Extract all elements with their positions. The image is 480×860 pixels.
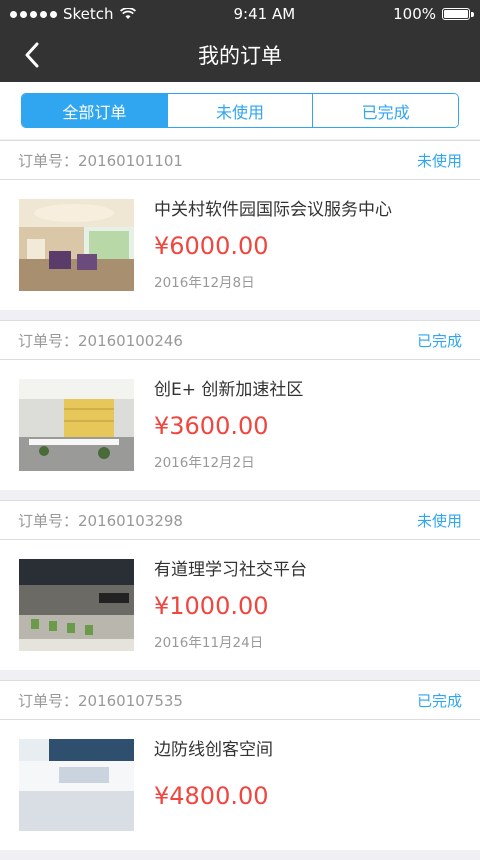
venue-title: 创E+ 创新加速社区	[154, 380, 304, 400]
order-price: ¥3600.00	[154, 411, 269, 440]
battery-icon	[442, 8, 474, 20]
order-date: 2016年11月24日	[154, 635, 264, 651]
tab-unused[interactable]: 未使用	[166, 94, 313, 127]
venue-thumbnail	[19, 559, 134, 651]
status-bar: Sketch 9:41 AM 100%	[0, 0, 480, 28]
order-date: 2016年12月8日	[154, 275, 255, 291]
tab-all-orders[interactable]: 全部订单	[22, 94, 167, 127]
chevron-left-icon	[25, 42, 39, 68]
tab-bar: 全部订单 未使用 已完成	[0, 82, 480, 139]
venue-title: 边防线创客空间	[154, 740, 273, 760]
order-date: 2016年12月2日	[154, 455, 255, 471]
order-card[interactable]: 订单号：20160107535 已完成 边防线创客空间 ¥4800.00	[0, 680, 480, 850]
venue-title: 中关村软件园国际会议服务中心	[154, 200, 392, 220]
order-card[interactable]: 订单号：20160103298 未使用 有道理学习社交平台 ¥1000.00 2…	[0, 500, 480, 670]
tab-completed[interactable]: 已完成	[312, 94, 458, 127]
clock: 9:41 AM	[233, 5, 296, 23]
page-title: 我的订单	[198, 44, 282, 68]
order-status: 已完成	[416, 331, 462, 350]
order-status: 未使用	[416, 151, 462, 170]
order-price: ¥6000.00	[154, 231, 269, 260]
order-number: 订单号：20160101101	[18, 151, 183, 170]
nav-bar: 我的订单	[0, 28, 480, 82]
order-number: 订单号：20160107535	[18, 691, 183, 710]
order-number: 订单号：20160100246	[18, 331, 183, 350]
signal-icon	[10, 10, 57, 18]
venue-thumbnail	[19, 199, 134, 291]
order-number: 订单号：20160103298	[18, 511, 183, 530]
order-card[interactable]: 订单号：20160100246 已完成 创E+ 创新加速社区 ¥3600.00 …	[0, 320, 480, 490]
venue-thumbnail	[19, 379, 134, 471]
carrier-label: Sketch	[63, 5, 114, 23]
order-price: ¥1000.00	[154, 591, 269, 620]
order-status: 已完成	[416, 691, 462, 710]
back-button[interactable]	[12, 28, 52, 82]
venue-thumbnail	[19, 739, 134, 831]
order-card[interactable]: 订单号：20160101101 未使用 中关村软件园国际会议服务中心 ¥6000…	[0, 140, 480, 310]
battery-label: 100%	[393, 5, 436, 23]
segmented-control: 全部订单 未使用 已完成	[21, 93, 459, 128]
order-list: 订单号：20160101101 未使用 中关村软件园国际会议服务中心 ¥6000…	[0, 140, 480, 860]
order-price: ¥4800.00	[154, 781, 269, 810]
order-status: 未使用	[416, 511, 462, 530]
venue-title: 有道理学习社交平台	[154, 560, 307, 580]
wifi-icon	[119, 8, 136, 19]
